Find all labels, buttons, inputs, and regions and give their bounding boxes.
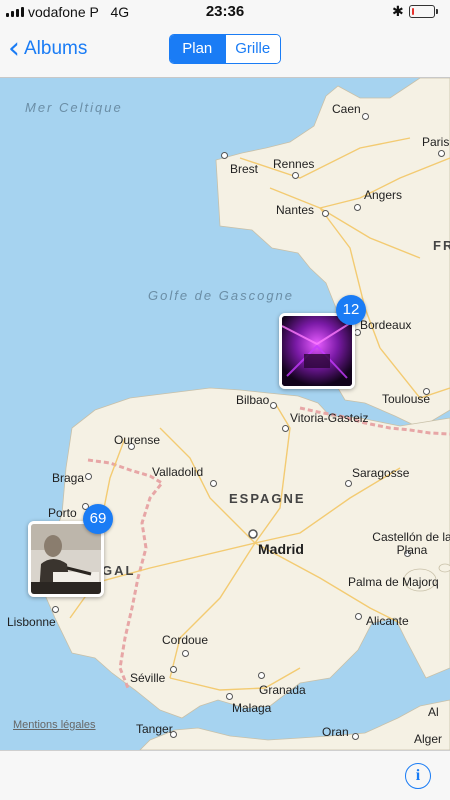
city-label-paris: Paris: [422, 135, 450, 149]
battery-icon: [409, 5, 438, 18]
city-label-lisbonne: Lisbonne: [7, 615, 56, 629]
country-label-france: FR: [433, 238, 450, 253]
city-label-valladolid: Valladolid: [152, 465, 204, 479]
city-label-toulouse: Toulouse: [382, 392, 431, 406]
purple-concert-photo: [282, 316, 352, 386]
city-label-brest: Brest: [230, 162, 259, 176]
map-canvas: [41, 78, 450, 750]
city-dot: [182, 650, 189, 657]
battery-level: [412, 8, 414, 15]
city-label-cordoue: Cordoue: [162, 633, 209, 647]
info-icon: i: [415, 767, 421, 784]
city-dot: [438, 150, 445, 157]
city-dot: [226, 693, 233, 700]
chevron-left-icon: ‹: [8, 31, 20, 66]
city-dot: [221, 152, 228, 159]
city-dot: [210, 480, 217, 487]
city-dot: [354, 204, 361, 211]
city-label-porto: Porto: [48, 506, 77, 520]
view-segmented-control[interactable]: Plan Grille: [169, 34, 281, 64]
city-label-vitoria-gasteiz: Vitoria-Gasteiz: [290, 411, 369, 425]
city-label-malaga: Malaga: [232, 701, 272, 715]
bottom-toolbar: i: [0, 750, 450, 800]
city-label-saragosse: Saragosse: [352, 466, 410, 480]
photo-cluster-thumbnail[interactable]: [279, 313, 355, 389]
bluetooth-icon: ✱: [392, 3, 404, 19]
city-dot: [352, 733, 359, 740]
sea-label-celtic: Mer Celtique: [25, 100, 123, 115]
back-button[interactable]: ‹ Albums: [8, 31, 88, 66]
city-dot: [52, 606, 59, 613]
city-label-palma: Palma de Majorq: [348, 575, 439, 589]
city-label-bilbao: Bilbao: [236, 393, 270, 407]
city-dot: [282, 425, 289, 432]
photo-count-badge[interactable]: 12: [336, 295, 366, 325]
city-dot: [322, 210, 329, 217]
city-dot: [355, 613, 362, 620]
city-label-ourense: Ourense: [114, 433, 161, 447]
city-label-alicante: Alicante: [366, 614, 409, 628]
city-dot: [292, 172, 299, 179]
city-label-seville: Séville: [130, 671, 166, 685]
city-dot: [362, 113, 369, 120]
menorca-island: [438, 563, 450, 573]
photos-map-screen: vodafone P 4G 23:36 ✱ ‹ Albums Plan Gril…: [0, 0, 450, 800]
city-label-rennes: Rennes: [273, 157, 315, 171]
city-label-angers: Angers: [364, 188, 403, 202]
info-button[interactable]: i: [405, 763, 431, 789]
clock: 23:36: [205, 3, 245, 20]
city-label-caen: Caen: [332, 102, 361, 116]
city-dot: [170, 666, 177, 673]
city-label-al: Al: [428, 705, 439, 719]
man-writing-photo: [31, 524, 101, 594]
back-label: Albums: [24, 38, 88, 59]
city-label-braga: Braga: [52, 471, 85, 485]
navigation-bar: ‹ Albums Plan Grille: [0, 24, 450, 78]
city-label-nantes: Nantes: [276, 203, 315, 217]
segment-grille[interactable]: Grille: [224, 35, 280, 63]
madrid-ring: [248, 529, 258, 539]
city-dot: [270, 402, 277, 409]
country-label-spain: ESPAGNE: [229, 491, 306, 506]
photo-count-badge[interactable]: 69: [83, 504, 113, 534]
segment-plan[interactable]: Plan: [170, 35, 225, 63]
city-label-bordeaux: Bordeaux: [360, 318, 412, 332]
city-dot: [345, 480, 352, 487]
country-label-portugal: GAL: [102, 563, 136, 578]
map-view[interactable]: Mer Celtique Golfe de Gascogne ESPAGNE F…: [0, 78, 450, 750]
city-label-alger: Alger: [414, 732, 443, 746]
legal-notices-link[interactable]: Mentions légales: [13, 719, 96, 731]
city-label-castellon: Castellón de la Plana: [372, 530, 450, 557]
city-dot: [85, 473, 92, 480]
status-bar: vodafone P 4G 23:36 ✱: [0, 0, 450, 24]
city-label-granada: Granada: [259, 683, 306, 697]
city-label-madrid: Madrid: [258, 541, 304, 557]
city-dot: [258, 672, 265, 679]
sea-label-biscay: Golfe de Gascogne: [148, 288, 295, 303]
city-label-tanger: Tanger: [136, 722, 173, 736]
city-label-oran: Oran: [322, 725, 349, 739]
